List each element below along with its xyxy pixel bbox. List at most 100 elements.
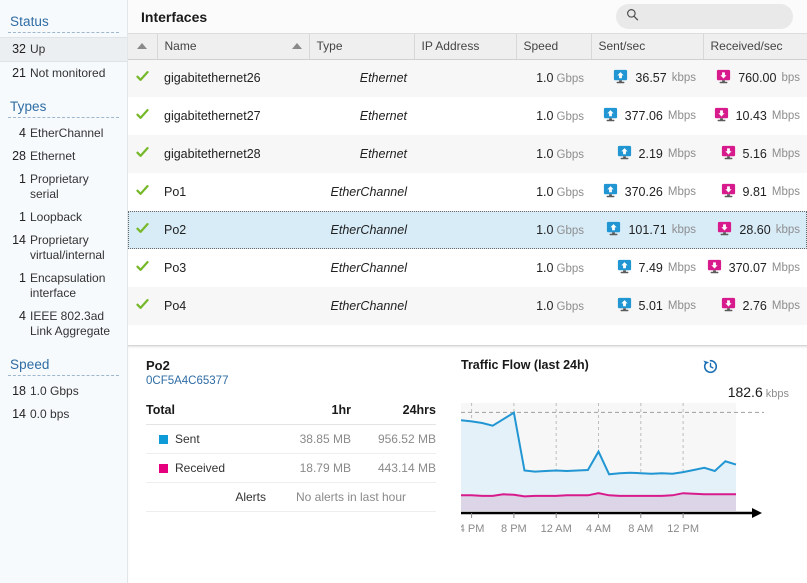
cell-interface-name[interactable]: Po2 [157,211,309,249]
speed-value: 1.0 [536,71,554,86]
column-header-status[interactable] [128,34,158,60]
chart-x-tick-label: 4 AM [586,523,611,535]
detail-mac-address[interactable]: 0CF5A4C65377 [146,374,451,389]
facet-item-types-6[interactable]: 4 IEEE 802.3ad Link Aggregate [0,305,127,343]
facet-item-types-0[interactable]: 4 EtherChannel [0,122,127,145]
sort-ascending-icon [137,43,148,50]
sent-value: 377.06 [624,109,663,123]
cell-interface-name[interactable]: Po4 [157,287,309,325]
facet-group-types: Types 4 EtherChannel 28 Ethernet 1 Proprietary… [0,99,127,343]
column-header-name[interactable]: Name [157,34,310,60]
table-row[interactable]: gigabitethernet28 Ethernet 1.0 Gbps 2.19 Mbps… [128,135,807,173]
received-unit: Mbps [771,110,800,122]
facet-divider [8,117,119,118]
facet-label: Proprietary serial [30,172,89,201]
table-header-row: Name Type IP Address Speed Sent/sec Rece… [128,34,807,60]
facet-item-types-4[interactable]: 14 Proprietary virtual/internal [0,229,127,267]
cell-status [128,249,157,287]
sent-icon [606,221,621,239]
chart-axis-arrow-icon [752,508,762,518]
column-header-type[interactable]: Type [309,34,415,60]
column-header-sent-per-sec[interactable]: Sent/sec [591,34,704,60]
table-row[interactable]: Po4 EtherChannel 1.0 Gbps 5.01 Mbps 2.76 Mbps [128,287,807,325]
cell-interface-name[interactable]: gigabitethernet27 [157,97,309,135]
facet-label: Not monitored [30,66,106,80]
table-row[interactable]: gigabitethernet27 Ethernet 1.0 Gbps 377.06 Mb… [128,97,807,135]
sent-unit: Mbps [667,262,696,274]
cell-interface-name[interactable]: Po1 [157,173,309,211]
value-24hrs: 956.52 [377,432,415,446]
sent-unit: Mbps [667,186,696,198]
facet-label: Up [30,42,46,56]
cell-type: Ethernet [359,71,407,86]
cell-sent-per-sec: 5.01 Mbps [591,287,703,325]
table-scroll-region[interactable]: Name Type IP Address Speed Sent/sec Rece… [128,34,807,345]
facet-item-types-5[interactable]: 1 Encapsulation interface [0,267,127,305]
table-row[interactable]: gigabitethernet26 Ethernet 1.0 Gbps 36.57 kbp… [128,59,807,97]
totals-series-label: Received [146,453,266,483]
received-icon [714,107,729,125]
chart-x-tick-label: 4 PM [461,523,484,535]
cell-status [128,211,157,249]
sent-icon [603,107,618,125]
sent-unit: kbps [671,224,696,236]
facet-label: Proprietary virtual/internal [30,233,105,262]
facet-item-types-2[interactable]: 1 Proprietary serial [0,168,127,206]
received-unit: Mbps [771,148,800,160]
facet-label: Encapsulation interface [30,271,106,300]
status-up-icon [136,222,149,238]
facet-item-status-1[interactable]: 21 Not monitored [0,62,127,85]
cell-status [128,135,157,173]
cell-received-per-sec: 10.43 Mbps [703,97,807,135]
facet-label: Ethernet [30,149,76,163]
facet-item-types-3[interactable]: 1 Loopback [0,206,127,229]
received-icon [707,259,722,277]
cell-status [128,59,157,97]
facet-count: 18 [12,384,26,398]
history-icon[interactable] [702,358,793,380]
page-title: Interfaces [141,8,208,25]
sent-unit: Mbps [667,148,696,160]
table-row[interactable]: Po1 EtherChannel 1.0 Gbps 370.26 Mbps 9.81 Mbps [128,173,807,211]
column-header-speed[interactable]: Speed [516,34,592,60]
chart-peak-unit: kbps [765,388,789,400]
totals-header-row: Total 1hr 24hrs [146,403,436,425]
cell-ip-address [414,287,516,325]
cell-interface-name[interactable]: Po3 [157,249,309,287]
facet-group-title: Types [10,99,47,114]
value-1hr: 38.85 [299,432,330,446]
received-unit: bps [781,72,800,85]
received-icon [721,183,736,201]
cell-interface-name[interactable]: gigabitethernet26 [157,59,309,97]
facet-item-types-1[interactable]: 28 Ethernet [0,145,127,168]
facet-divider [8,32,119,33]
search-box[interactable] [616,4,793,29]
traffic-flow-svg: 4 PM 8 PM 12 AM 4 AM 8 AM 12 PM [447,403,764,535]
cell-sent-per-sec: 377.06 Mbps [591,97,703,135]
facet-item-speed-1[interactable]: 14 0.0 bps [0,403,127,426]
cell-sent-per-sec: 36.57 kbps [591,59,703,97]
column-header-ip-address[interactable]: IP Address [414,34,517,60]
speed-value: 1.0 [536,223,554,237]
column-header-ip-label: IP Address [421,39,480,54]
interfaces-page: Status 32 Up 21 Not monitored Types 4 EtherChan… [0,0,807,583]
status-up-check-icon [136,299,149,309]
facet-item-speed-0[interactable]: 18 1.0 Gbps [0,380,127,403]
legend-label: Received [175,461,226,475]
detail-title: Po2 [146,358,170,373]
column-header-received-per-sec[interactable]: Received/sec [703,34,807,60]
facet-item-status-0[interactable]: 32 Up [0,37,127,62]
search-input[interactable] [639,9,783,24]
interface-detail-panel: Po2 0CF5A4C65377 Total 1hr 24hrs Sent 38.… [128,345,807,583]
interfaces-table: Name Type IP Address Speed Sent/sec Rece… [128,34,807,325]
table-row[interactable]: Po3 EtherChannel 1.0 Gbps 7.49 Mbps 370.07 Mbps [128,249,807,287]
cell-interface-name[interactable]: gigabitethernet28 [157,135,309,173]
legend-swatch [159,435,168,444]
detail-summary: Po2 0CF5A4C65377 Total 1hr 24hrs Sent 38.… [146,358,451,583]
table-row[interactable]: Po2 EtherChannel 1.0 Gbps 101.71 kbps 28.60 kbp… [128,211,807,249]
sent-unit: Mbps [667,110,696,122]
received-value: 10.43 [735,109,767,123]
cell-received-per-sec: 28.60 kbps [703,211,807,249]
cell-type: Ethernet [359,109,407,123]
status-up-check-icon [136,109,149,119]
